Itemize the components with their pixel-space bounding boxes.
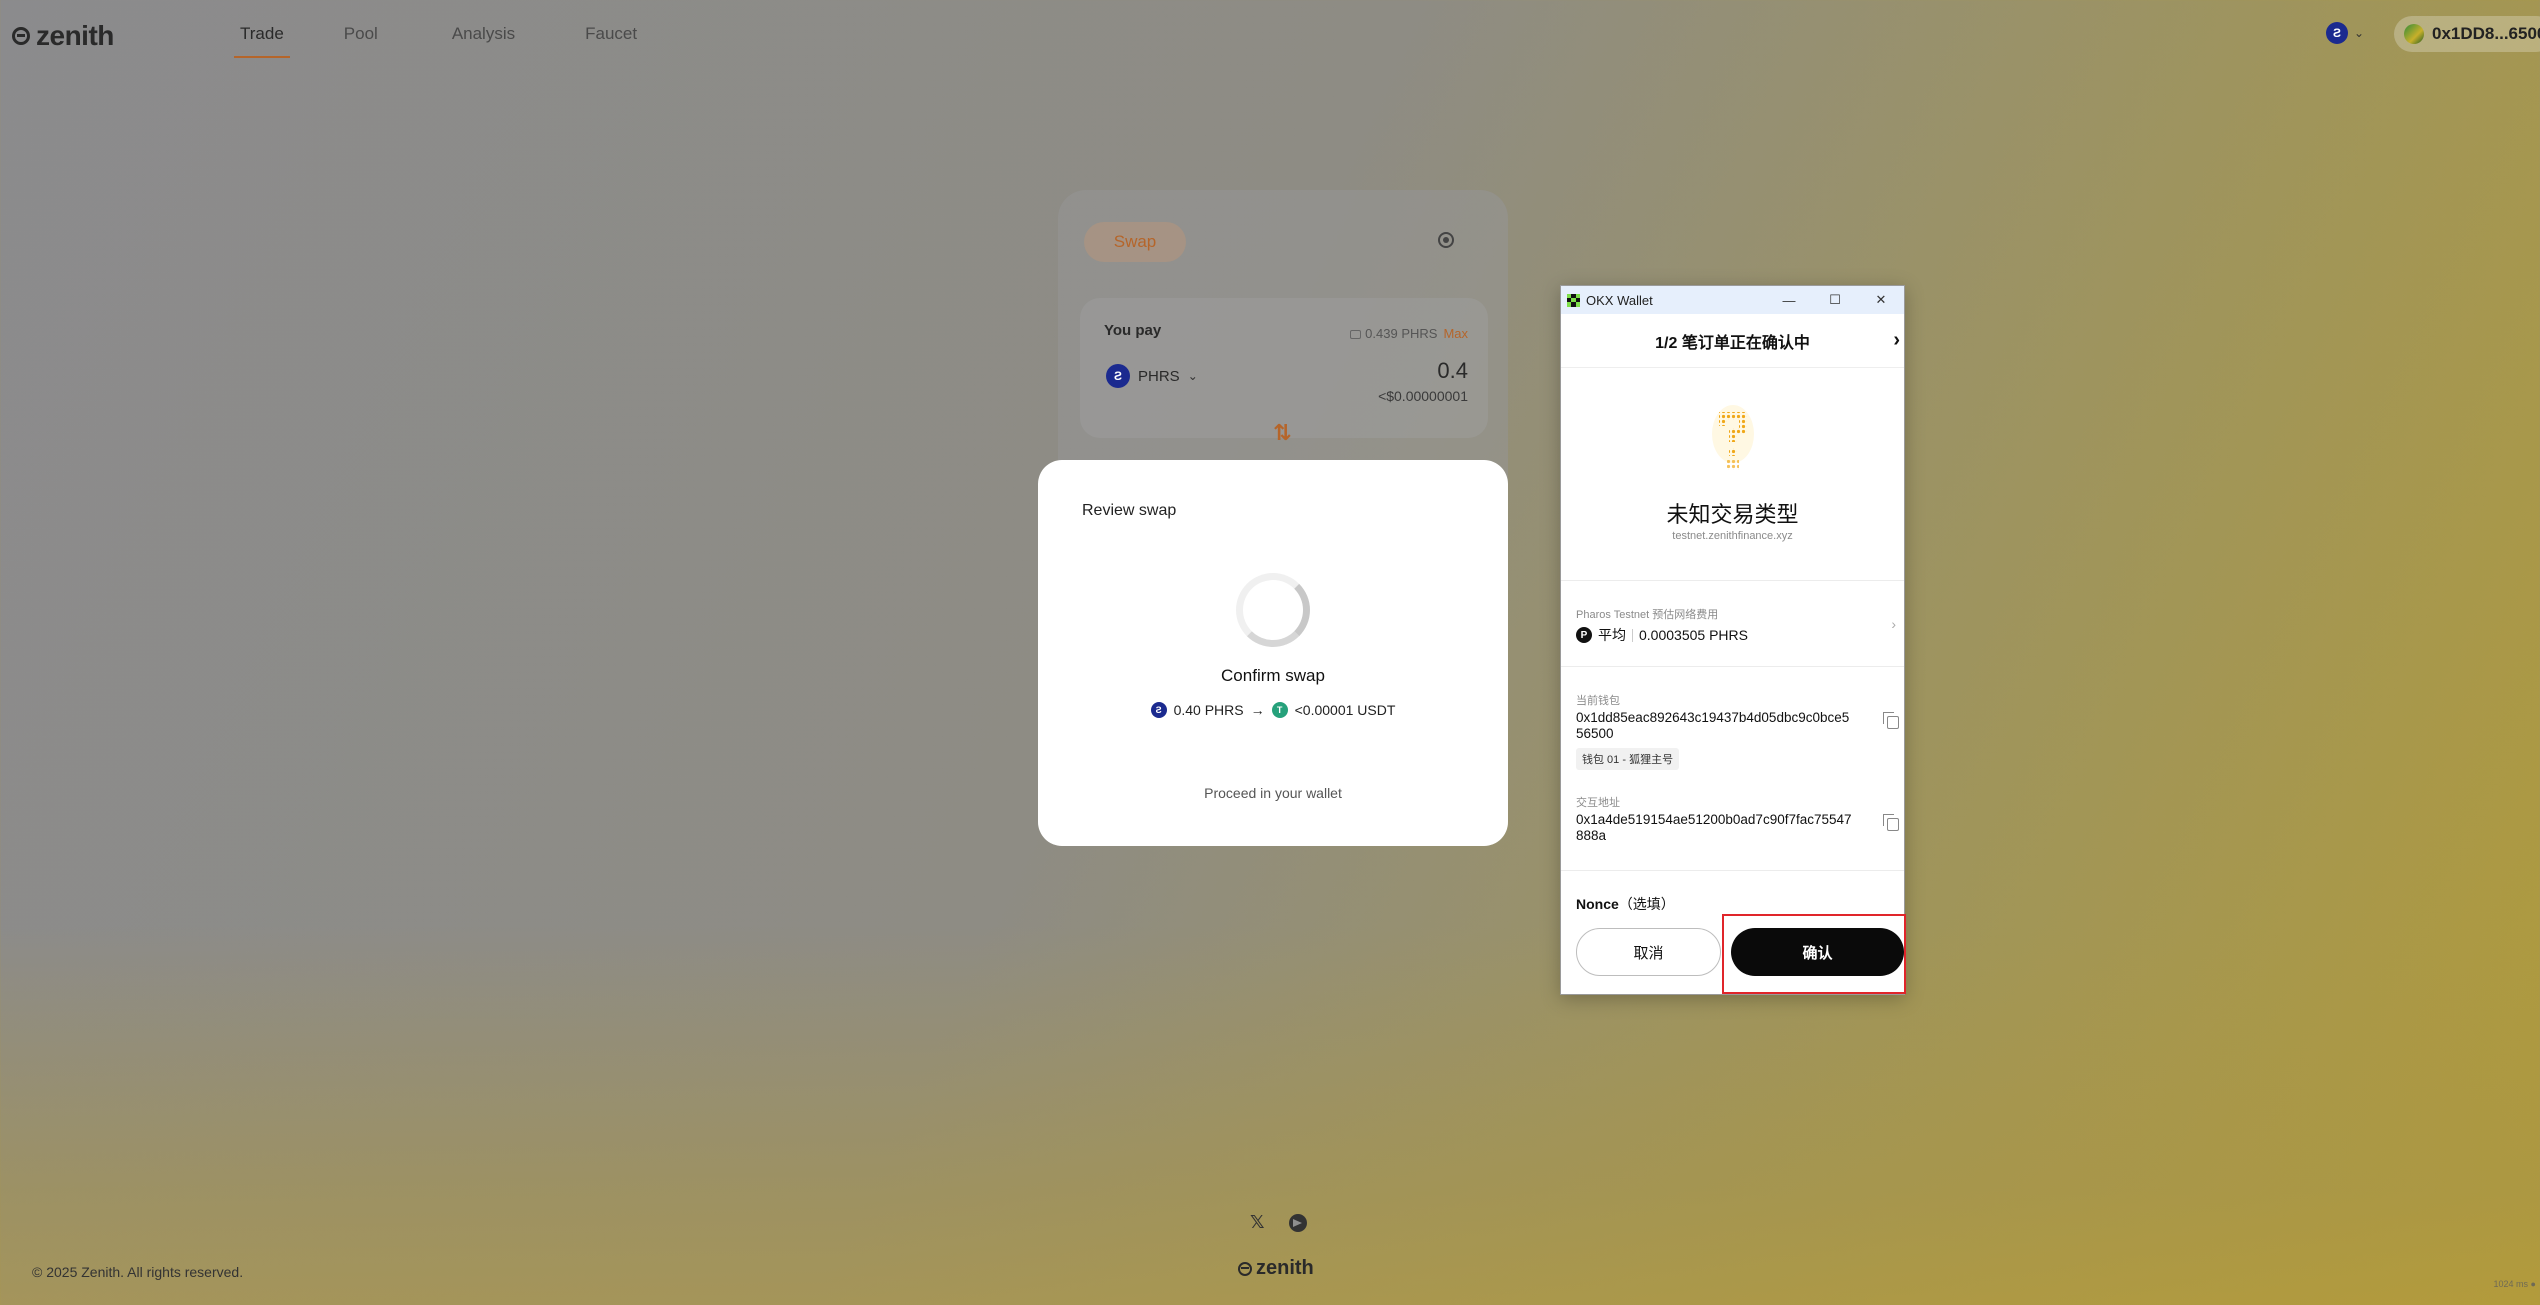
balance-value: 0.439 PHRS — [1365, 326, 1438, 341]
wallet-tag: 钱包 01 - 狐狸主号 — [1576, 748, 1680, 770]
you-pay-label: You pay — [1104, 322, 1162, 339]
logo-text: zenith — [36, 20, 114, 51]
okx-logo-icon — [1567, 293, 1580, 307]
main-nav: Trade Pool Analysis Faucet — [228, 22, 649, 58]
phrs-token-icon: Ƨ — [1106, 364, 1130, 388]
from-amount: 0.40 PHRS — [1173, 702, 1244, 718]
swap-summary: Ƨ 0.40 PHRS → T <0.00001 USDT — [1038, 702, 1508, 718]
telegram-icon[interactable] — [1288, 1213, 1307, 1232]
wallet-address: 0x1DD8...6500 — [2432, 24, 2540, 43]
pharos-fee-icon: P — [1576, 627, 1592, 643]
transaction-type: 未知交易类型 — [1666, 502, 1799, 527]
usdt-token-icon: T — [1271, 702, 1288, 718]
confirm-highlight-box — [1722, 914, 1906, 994]
divider — [1561, 666, 1904, 667]
chevron-down-icon: ⌄ — [2354, 26, 2365, 40]
zenith-logo[interactable]: zenith — [12, 20, 114, 52]
fee-label: Pharos Testnet 预估网络费用 — [1576, 609, 1719, 621]
chevron-down-icon: ⌄ — [1187, 369, 1198, 383]
you-pay-panel: You pay 0.439 PHRS Max Ƨ PHRS ⌄ 0.4 <$0.0… — [1080, 298, 1488, 438]
order-progress-header: 1/2 笔订单正在确认中 › — [1561, 314, 1904, 368]
fee-row[interactable]: P 平均 0.0003505 PHRS — [1576, 625, 1748, 645]
to-amount: <0.00001 USDT — [1294, 702, 1396, 718]
wallet-icon — [1350, 330, 1362, 339]
confirm-swap-heading: Confirm swap — [1221, 666, 1325, 685]
interact-address: 0x1a4de519154ae51200b0ad7c90f7fac7554788… — [1576, 812, 1852, 843]
background-gradient — [0, 925, 2540, 1305]
wallet-avatar — [2404, 24, 2424, 44]
top-navigation-bar: zenith Trade Pool Analysis Faucet Ƨ ⌄ 0x… — [0, 0, 2540, 70]
nav-trade[interactable]: Trade — [228, 22, 296, 58]
footer-logo[interactable]: zenith — [1238, 1257, 1314, 1280]
nav-pool[interactable]: Pool — [332, 22, 390, 58]
nonce-optional: （选填） — [1618, 896, 1675, 912]
modal-title: Review swap — [1082, 502, 1177, 519]
fee-speed: 平均 — [1598, 627, 1626, 643]
network-selector[interactable]: Ƨ ⌄ — [2326, 22, 2364, 44]
chevron-right-icon[interactable]: › — [1893, 329, 1900, 352]
interact-address-label: 交互地址 — [1576, 797, 1620, 809]
unknown-question-icon — [1712, 405, 1754, 470]
max-button[interactable]: Max — [1443, 326, 1468, 341]
chevron-right-icon[interactable]: › — [1891, 616, 1896, 632]
divider — [1561, 580, 1904, 581]
social-links: 𝕏 — [1250, 1212, 1307, 1233]
fee-amount: 0.0003505 PHRS — [1639, 627, 1748, 643]
copy-icon[interactable] — [1883, 712, 1899, 729]
status-indicator: 1024 ms ● — [2493, 1279, 2536, 1289]
pharos-chain-icon: Ƨ — [2326, 22, 2348, 44]
settings-gear-icon[interactable] — [1438, 232, 1454, 248]
order-progress-text: 1/2 笔订单正在确认中 — [1655, 334, 1810, 352]
close-icon[interactable]: ✕ — [1858, 286, 1904, 314]
x-twitter-icon[interactable]: 𝕏 — [1250, 1212, 1265, 1233]
copy-icon[interactable] — [1883, 814, 1899, 831]
copyright-text: © 2025 Zenith. All rights reserved. — [32, 1264, 244, 1280]
current-wallet-address: 0x1dd85eac892643c19437b4d05dbc9c0bce5565… — [1576, 710, 1850, 741]
separator — [1632, 628, 1633, 642]
cancel-button[interactable]: 取消 — [1576, 928, 1721, 976]
okx-wallet-window: OKX Wallet — ☐ ✕ 1/2 笔订单正在确认中 › 未知交易类型 t… — [1560, 285, 1905, 995]
token-selector[interactable]: Ƨ PHRS ⌄ — [1106, 364, 1198, 388]
nav-faucet[interactable]: Faucet — [573, 22, 649, 58]
zenith-logo-icon — [12, 27, 30, 45]
swap-tab[interactable]: Swap — [1084, 222, 1186, 262]
window-controls: — ☐ ✕ — [1766, 286, 1904, 314]
loading-spinner-icon — [1236, 573, 1310, 647]
window-title: OKX Wallet — [1586, 292, 1653, 308]
footer-logo-text: zenith — [1256, 1257, 1314, 1279]
pay-amount-input[interactable]: 0.4 — [1437, 358, 1468, 384]
review-swap-modal: Review swap Confirm swap Ƨ 0.40 PHRS → T… — [1038, 460, 1508, 846]
wallet-button[interactable]: 0x1DD8...6500 — [2394, 16, 2540, 52]
current-wallet-label: 当前钱包 — [1576, 695, 1620, 707]
phrs-token-icon: Ƨ — [1150, 702, 1167, 718]
window-titlebar: OKX Wallet — ☐ ✕ — [1561, 286, 1904, 314]
swap-direction-icon[interactable]: ⇅ — [1273, 420, 1291, 446]
token-symbol: PHRS — [1138, 367, 1180, 385]
arrow-right-icon: → — [1250, 702, 1265, 718]
dapp-origin: testnet.zenithfinance.xyz — [1672, 530, 1793, 542]
zenith-logo-icon — [1238, 1261, 1252, 1276]
divider — [1561, 870, 1904, 871]
proceed-in-wallet-text: Proceed in your wallet — [1204, 785, 1342, 801]
pay-usd-value: <$0.00000001 — [1378, 388, 1468, 404]
minimize-icon[interactable]: — — [1766, 286, 1812, 314]
nonce-field-label[interactable]: Nonce（选填） — [1576, 894, 1675, 914]
balance-display: 0.439 PHRS Max — [1350, 326, 1468, 341]
maximize-icon[interactable]: ☐ — [1812, 286, 1858, 314]
nav-analysis[interactable]: Analysis — [440, 22, 527, 58]
nonce-label: Nonce — [1576, 896, 1619, 912]
